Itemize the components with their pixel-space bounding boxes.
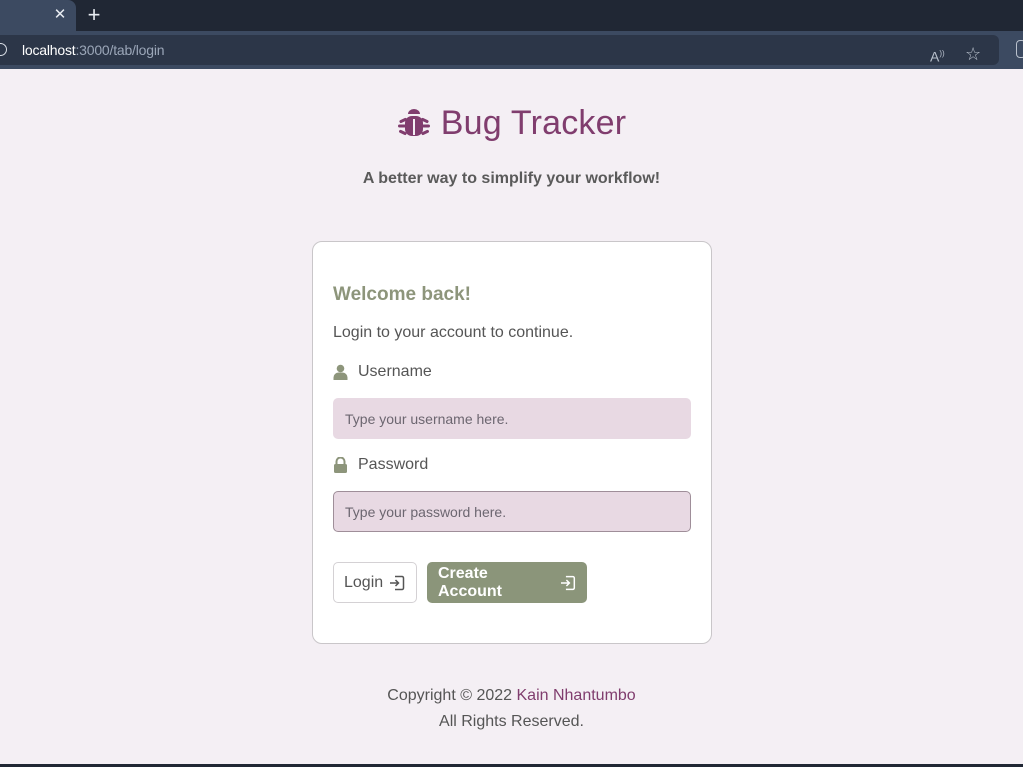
create-account-button-label: Create Account xyxy=(438,564,502,600)
site-info-icon[interactable] xyxy=(0,43,7,56)
url-path: :3000/tab/login xyxy=(75,42,165,58)
card-subtitle: Login to your account to continue. xyxy=(333,324,574,341)
browser-tab[interactable]: ✕ xyxy=(0,0,76,31)
footer: Copyright © 2022 Kain Nhantumbo All Righ… xyxy=(0,683,1023,735)
url-host: localhost xyxy=(22,42,76,58)
password-input[interactable] xyxy=(333,491,691,532)
user-icon xyxy=(333,364,348,380)
app-title: Bug Tracker xyxy=(440,104,627,142)
browser-tabstrip: ✕ + xyxy=(0,0,1023,31)
password-label-text: Password xyxy=(358,456,429,473)
copyright-text: Copyright © 2022 xyxy=(387,687,513,704)
url-field[interactable]: localhost:3000/tab/login A)) ☆ xyxy=(0,35,999,65)
card-heading: Welcome back! xyxy=(333,284,471,305)
new-tab-button[interactable]: + xyxy=(84,4,104,26)
author-link[interactable]: Kain Nhantumbo xyxy=(517,687,636,704)
copyright-line: Copyright © 2022 Kain Nhantumbo xyxy=(0,683,1023,709)
login-button[interactable]: Login xyxy=(333,562,417,603)
rights-text: All Rights Reserved. xyxy=(439,713,584,730)
tagline: A better way to simplify your workflow! xyxy=(362,170,661,187)
create-account-button[interactable]: Create Account xyxy=(427,562,587,603)
username-label-text: Username xyxy=(358,363,432,380)
browser-addressbar: localhost:3000/tab/login A)) ☆ xyxy=(0,31,1023,69)
lock-icon xyxy=(334,457,347,473)
username-label: Username xyxy=(333,362,432,382)
sign-in-icon xyxy=(561,575,576,590)
login-button-label: Login xyxy=(344,573,384,591)
favorites-icon[interactable]: ☆ xyxy=(965,44,987,64)
read-aloud-icon[interactable]: A)) xyxy=(930,45,950,65)
bug-icon xyxy=(397,109,430,136)
url-text[interactable]: localhost:3000/tab/login xyxy=(22,42,165,58)
login-card: Welcome back! Login to your account to c… xyxy=(312,241,712,644)
close-tab-icon[interactable]: ✕ xyxy=(52,6,68,24)
password-label: Password xyxy=(333,455,428,475)
brand-header: Bug Tracker xyxy=(0,100,1023,146)
extensions-icon[interactable] xyxy=(1016,40,1023,58)
username-input[interactable] xyxy=(333,398,691,439)
sign-in-icon xyxy=(390,575,405,590)
